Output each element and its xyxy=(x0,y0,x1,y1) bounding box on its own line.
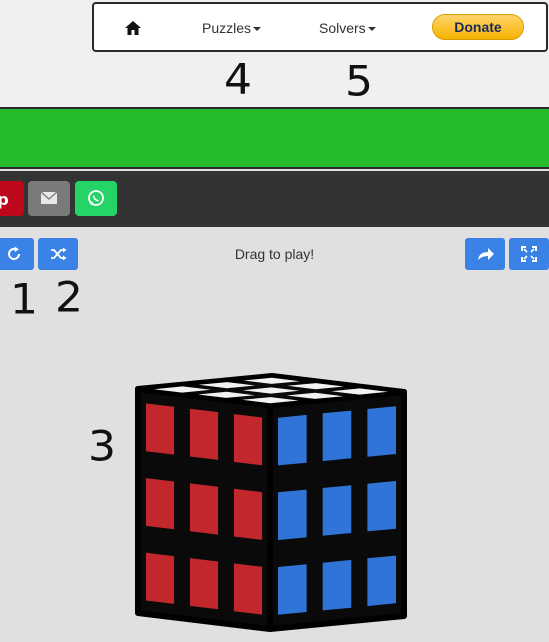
left-sticker[interactable] xyxy=(233,488,263,540)
whatsapp-icon xyxy=(88,190,104,206)
top-sticker[interactable] xyxy=(198,382,256,389)
fullscreen-icon xyxy=(521,246,537,262)
chevron-down-icon xyxy=(253,27,262,32)
left-sticker[interactable] xyxy=(145,403,175,455)
puzzles-label: Puzzles xyxy=(202,20,252,36)
email-icon xyxy=(40,191,58,204)
top-sticker[interactable] xyxy=(154,386,211,393)
top-sticker[interactable] xyxy=(243,377,300,384)
top-sticker[interactable] xyxy=(242,397,299,404)
svg-text:p: p xyxy=(0,190,9,209)
top-navigation: Puzzles Solvers Donate xyxy=(92,2,548,52)
annotation-number: 2 xyxy=(55,273,83,322)
banner-bar xyxy=(0,107,549,169)
left-sticker[interactable] xyxy=(233,414,263,466)
puzzles-dropdown[interactable]: Puzzles xyxy=(202,20,262,36)
left-sticker[interactable] xyxy=(189,558,219,610)
top-face[interactable] xyxy=(135,373,407,408)
right-sticker[interactable] xyxy=(367,555,396,607)
right-sticker[interactable] xyxy=(278,414,307,466)
annotation-number: 5 xyxy=(345,57,373,106)
annotation-number: 4 xyxy=(224,55,252,104)
share-button[interactable] xyxy=(465,238,505,270)
top-sticker[interactable] xyxy=(286,392,344,399)
solvers-dropdown[interactable]: Solvers xyxy=(319,20,376,36)
left-sticker[interactable] xyxy=(145,552,175,604)
top-sticker[interactable] xyxy=(331,388,388,395)
left-sticker[interactable] xyxy=(189,483,219,535)
left-sticker[interactable] xyxy=(145,478,175,530)
share-icon xyxy=(478,248,494,260)
share-bar: p xyxy=(0,171,549,227)
right-sticker[interactable] xyxy=(367,406,396,457)
top-sticker[interactable] xyxy=(242,387,300,394)
right-sticker[interactable] xyxy=(322,410,352,462)
right-sticker[interactable] xyxy=(322,485,352,536)
email-share-button[interactable] xyxy=(28,181,70,216)
right-sticker[interactable] xyxy=(278,564,307,615)
left-face[interactable] xyxy=(135,386,273,632)
left-sticker[interactable] xyxy=(233,563,263,615)
right-sticker[interactable] xyxy=(367,480,396,532)
whatsapp-share-button[interactable] xyxy=(75,181,117,216)
pinterest-icon: p xyxy=(0,190,9,209)
annotation-number: 1 xyxy=(10,275,38,324)
right-face[interactable] xyxy=(267,389,407,632)
right-sticker[interactable] xyxy=(278,489,307,541)
chevron-down-icon xyxy=(367,27,376,32)
right-sticker[interactable] xyxy=(322,559,352,611)
home-icon[interactable] xyxy=(124,19,142,37)
top-sticker[interactable] xyxy=(287,383,344,390)
pinterest-share-button[interactable]: p xyxy=(0,181,24,216)
solvers-label: Solvers xyxy=(319,20,366,36)
fullscreen-button[interactable] xyxy=(509,238,549,270)
left-sticker[interactable] xyxy=(189,408,219,460)
top-sticker[interactable] xyxy=(198,391,255,398)
annotation-number: 3 xyxy=(88,422,116,471)
donate-button[interactable]: Donate xyxy=(432,14,524,40)
